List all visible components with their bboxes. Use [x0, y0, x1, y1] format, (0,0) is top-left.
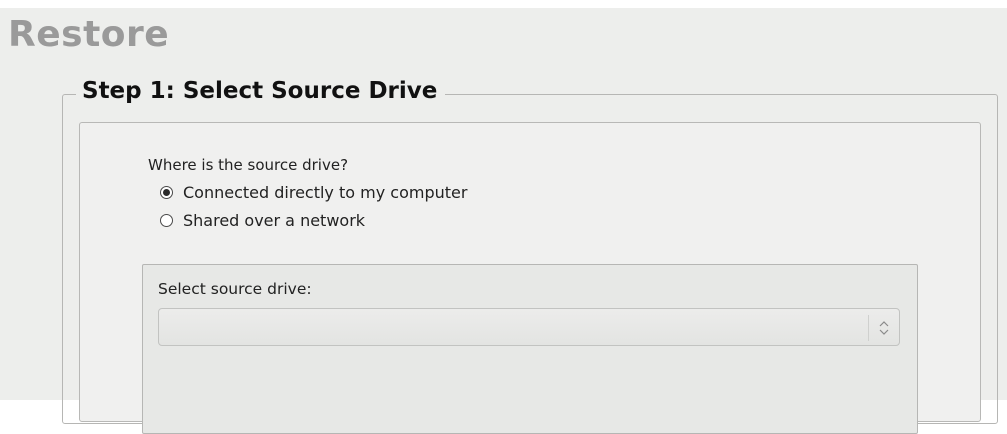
radio-unselected-icon[interactable] — [160, 214, 173, 227]
page-title: Restore — [8, 14, 170, 55]
radio-connected-directly-label: Connected directly to my computer — [183, 183, 468, 202]
source-question-label: Where is the source drive? — [148, 156, 349, 174]
radio-selected-icon[interactable] — [160, 186, 173, 199]
radio-shared-network[interactable]: Shared over a network — [160, 211, 365, 230]
restore-window: Restore Step 1: Select Source Drive Wher… — [0, 8, 1007, 434]
step-title: Step 1: Select Source Drive — [76, 78, 446, 104]
chevron-up-down-icon[interactable] — [877, 319, 891, 337]
radio-connected-directly[interactable]: Connected directly to my computer — [160, 183, 467, 202]
radio-shared-network-label: Shared over a network — [183, 211, 366, 230]
source-drive-label: Select source drive: — [158, 280, 312, 298]
source-drive-dropdown[interactable] — [158, 308, 900, 346]
radio-dot — [163, 189, 170, 196]
combo-separator — [868, 315, 869, 341]
